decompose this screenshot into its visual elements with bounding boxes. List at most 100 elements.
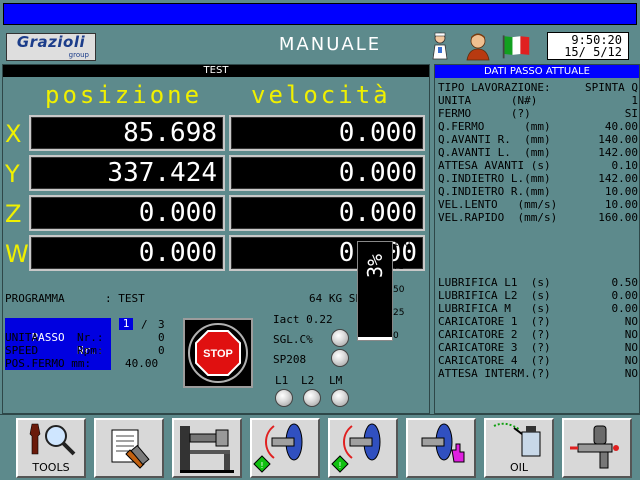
speed-label: SPEED	[5, 344, 39, 357]
data-row: CARICATORE 3 (?) NO	[438, 342, 638, 353]
data-row-label: TIPO LAVORAZIONE:	[438, 81, 551, 94]
pos-fermo-value: 40.00	[125, 357, 159, 370]
speed-unit: Rpm:	[77, 344, 104, 357]
top-status-bar	[0, 0, 640, 28]
data-row-value: 0.00	[611, 289, 639, 302]
data-row-label: LUBRIFICA L2 (s)	[438, 289, 551, 302]
top-message-bar	[3, 3, 637, 25]
data-row-value: 142.00	[598, 172, 638, 185]
stop-button[interactable]: STOP	[183, 318, 253, 388]
gauge-tick-100: 100	[393, 239, 411, 249]
oil-button[interactable]: OIL	[484, 418, 554, 478]
oil-label: OIL	[509, 461, 529, 474]
data-row-label: VEL.LENTO (mm/s)	[438, 198, 558, 211]
page-title: MANUALE	[278, 34, 382, 55]
data-row-label: VEL.RAPIDO (mm/s)	[438, 211, 558, 224]
data-row-label: FERMO (?)	[438, 107, 531, 120]
jog-button[interactable]	[406, 418, 476, 478]
operator-icon[interactable]	[425, 31, 455, 61]
data-row-label: Q.INDIETRO L.(mm)	[438, 172, 551, 185]
clock: 9:50:20 15/ 5/12	[547, 32, 629, 60]
logo-sub: group	[68, 51, 89, 59]
axis-label-x: X	[5, 120, 22, 148]
lm-led	[331, 389, 349, 407]
spindle-rotate-reverse-icon: !	[331, 423, 381, 473]
passo-current[interactable]: 1	[119, 318, 133, 330]
l2-label: L2	[301, 374, 315, 387]
data-row-value: NO	[624, 354, 638, 367]
data-row-label: LUBRIFICA M (s)	[438, 302, 551, 315]
sp-led	[331, 349, 349, 367]
gauge-fill	[358, 337, 392, 340]
data-row-value: SPINTA Q	[585, 81, 638, 94]
data-row-value: 160.00	[598, 211, 638, 224]
spray-button[interactable]	[562, 418, 632, 478]
data-row-label: UNITA (N#)	[438, 94, 538, 107]
cycle-start-button[interactable]: !	[250, 418, 320, 478]
lm-label: LM	[329, 374, 343, 387]
gauge-value: 3%	[363, 253, 387, 279]
stop-label: STOP	[203, 348, 233, 360]
sgl-label: SGL.C%	[273, 333, 313, 346]
user-icon[interactable]	[463, 31, 493, 61]
data-row: VEL.LENTO (mm/s) 10.00	[438, 199, 638, 210]
tools-label: TOOLS	[32, 461, 70, 474]
data-row: Q.INDIETRO R.(mm) 10.00	[438, 186, 638, 197]
data-row-value: 0.50	[611, 276, 639, 289]
speed-value: 0	[158, 344, 165, 357]
data-row: CARICATORE 2 (?) NO	[438, 329, 638, 340]
data-row-value: SI	[624, 107, 638, 120]
magnifier-icon	[29, 423, 76, 456]
gauge-tick-75: 75	[393, 262, 405, 272]
axis-panel: TEST posizione velocità X 85.698 0.000 Y…	[2, 64, 430, 414]
data-row-value: 140.00	[598, 133, 638, 146]
data-row-value: NO	[624, 367, 638, 380]
programma-value: : TEST	[105, 292, 145, 305]
data-row-value: NO	[624, 341, 638, 354]
position-z: 0.000	[29, 195, 225, 231]
data-row: CARICATORE 1 (?) NO	[438, 316, 638, 327]
cycle-reverse-button[interactable]: !	[328, 418, 398, 478]
data-row-label: Q.FERMO (mm)	[438, 120, 551, 133]
oil-can-icon	[493, 422, 541, 457]
data-row-value: 1	[631, 94, 638, 107]
data-row: VEL.RAPIDO (mm/s) 160.00	[438, 212, 638, 223]
position-header: posizione	[45, 81, 203, 109]
unita-nr-label: Nr.:	[77, 331, 104, 344]
axis-label-z: Z	[5, 200, 22, 228]
data-row: FERMO (?) SI	[438, 108, 638, 119]
l2-led	[303, 389, 321, 407]
data-row: Q.INDIETRO L.(mm) 142.00	[438, 173, 638, 184]
program-edit-button[interactable]	[94, 418, 164, 478]
data-row-label: CARICATORE 3 (?)	[438, 341, 551, 354]
data-row-value: 0.10	[611, 159, 639, 172]
header: Grazioli group MANUALE 9:50:20 15/ 5/12	[0, 28, 640, 64]
machine-button[interactable]	[172, 418, 242, 478]
data-row-label: ATTESA AVANTI (s)	[438, 159, 551, 172]
passo-total: 3	[158, 318, 165, 331]
data-row-label: CARICATORE 4 (?)	[438, 354, 551, 367]
data-row: Q.AVANTI R. (mm) 140.00	[438, 134, 638, 145]
spray-gun-icon	[570, 425, 619, 469]
data-row-value: 10.00	[604, 185, 638, 198]
stop-sign-icon: STOP	[188, 323, 248, 383]
tools-button[interactable]: TOOLS	[16, 418, 86, 478]
data-row: ATTESA AVANTI (s) 0.10	[438, 160, 638, 171]
spindle-rotate-start-icon: !	[253, 423, 303, 473]
data-row-value: 142.00	[598, 146, 638, 159]
iact-label: Iact 0.22	[273, 313, 333, 326]
grazioli-logo: Grazioli group	[6, 33, 96, 61]
speed-y: 0.000	[229, 155, 425, 191]
data-row: CARICATORE 4 (?) NO	[438, 355, 638, 366]
sp-label: SP208	[273, 353, 307, 366]
data-row: LUBRIFICA M (s) 0.00	[438, 303, 638, 314]
data-row-label: Q.AVANTI L. (mm)	[438, 146, 551, 159]
axis-label-y: Y	[5, 160, 20, 188]
data-row-value: 0.00	[611, 302, 639, 315]
italian-flag-icon[interactable]	[501, 31, 531, 61]
gauge-scale: 100 75 50 25 0	[393, 239, 427, 341]
svg-text:!: !	[260, 461, 263, 470]
spindle-hand-icon	[421, 423, 465, 463]
data-row: ATTESA INTERM.(?) NO	[438, 368, 638, 379]
document-edit-icon	[111, 429, 150, 469]
